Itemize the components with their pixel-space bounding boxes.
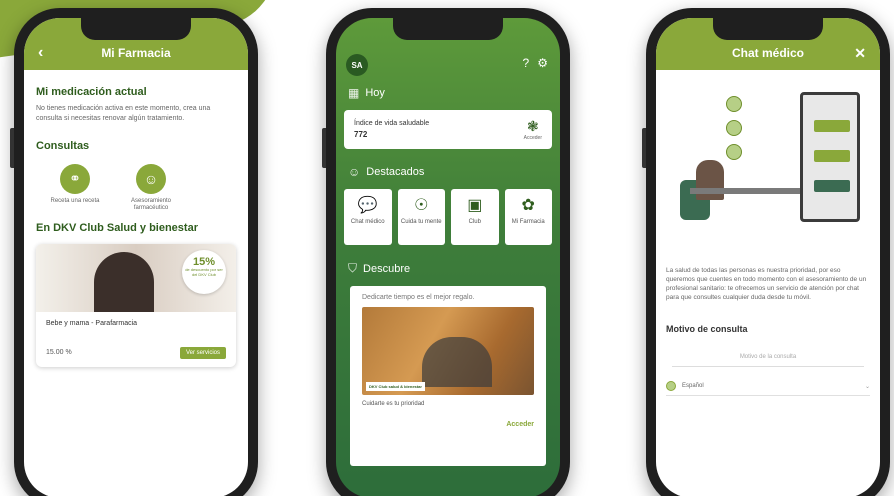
- promo-title: Bebe y mama - Parafarmacia: [46, 319, 138, 327]
- card-icon: ▣: [467, 197, 483, 214]
- tile-label: Chat médico: [350, 219, 385, 225]
- tile-cuida-mente[interactable]: ☉ Cuida tu mente: [397, 189, 445, 245]
- desk-shape: [690, 188, 800, 194]
- mother-baby-image: [94, 251, 154, 312]
- notch: [81, 18, 191, 40]
- tile-chat-medico[interactable]: 💬 Chat médico: [344, 189, 392, 245]
- avatar[interactable]: SA: [346, 54, 368, 76]
- chat-bubble-shape: [814, 150, 850, 162]
- gear-icon[interactable]: ⚙: [537, 56, 548, 70]
- discover-title: Dedicarte tiempo es el mejor regalo.: [362, 294, 475, 301]
- person-icon: ☺: [348, 165, 361, 179]
- section-discover-label: Descubre: [363, 262, 411, 275]
- promo-card[interactable]: 15% de descuento por ser del DKV Club Be…: [36, 243, 236, 367]
- chat-bubble-shape: [814, 120, 850, 132]
- tile-label: Cuida tu mente: [400, 219, 442, 225]
- phone-screen: ‹ Mi Farmacia Mi medicación actual No ti…: [24, 18, 248, 496]
- index-label: Índice de vida saludable: [354, 120, 430, 127]
- promo-price: 15.00 %: [46, 349, 72, 357]
- index-value: 772: [354, 130, 368, 139]
- motivo-input[interactable]: Motivo de la consulta: [672, 348, 864, 368]
- intro-text: La salud de todas las personas es nuestr…: [666, 267, 867, 302]
- notch: [393, 18, 503, 40]
- tile-label: Club: [468, 219, 481, 225]
- section-featured-label: Destacados: [366, 166, 425, 178]
- page-title: Mi Farmacia: [101, 46, 171, 60]
- discount-subtext: de descuento por ser del DKV Club: [185, 266, 223, 277]
- page-title: Chat médico: [731, 46, 804, 60]
- back-icon[interactable]: ‹: [38, 44, 43, 62]
- tile-mi-farmacia[interactable]: ✿ Mi Farmacia: [504, 189, 552, 245]
- phone-chat-medico: Chat médico ✕ La salud de todas las pers…: [642, 8, 890, 496]
- section-discover: ⛉ Descubre: [336, 261, 560, 276]
- phone-home: SA ? ⚙ ▦ Hoy Índice de vida saludable 77…: [322, 8, 570, 496]
- health-index-card[interactable]: Índice de vida saludable 772 ❃ Acceder: [344, 110, 552, 149]
- discover-caption: Cuidarte es tu prioridad: [362, 401, 425, 407]
- index-access-link[interactable]: Acceder: [524, 135, 542, 141]
- promo-image: 15% de descuento por ser del DKV Club: [36, 243, 236, 312]
- ver-servicios-button[interactable]: Ver servicios: [179, 346, 226, 359]
- chat-bubble-shape: [814, 180, 850, 192]
- calendar-icon: ▦: [348, 86, 360, 100]
- globe-icon: [666, 381, 676, 392]
- acceder-button[interactable]: Acceder: [362, 421, 534, 428]
- consult-label: Receta una receta: [50, 197, 100, 204]
- discount-badge: 15% de descuento por ser del DKV Club: [182, 249, 226, 294]
- notch: [713, 18, 823, 40]
- phone-mi-farmacia: ‹ Mi Farmacia Mi medicación actual No ti…: [10, 8, 258, 496]
- doctor-illustration: [656, 70, 880, 266]
- section-today-label: Hoy: [365, 87, 385, 99]
- motivo-heading: Motivo de consulta: [666, 324, 748, 335]
- family-autumn-image: DKV Club salud & bienestar: [362, 307, 534, 395]
- medication-heading: Mi medicación actual: [36, 86, 147, 98]
- medical-icon: [726, 144, 742, 160]
- consult-label: Asesoramiento farmacéutico: [130, 197, 172, 211]
- doctor-figure: [696, 160, 724, 200]
- help-icon[interactable]: ?: [523, 56, 530, 70]
- tile-label: Mi Farmacia: [511, 219, 545, 225]
- discover-card[interactable]: Dedicarte tiempo es el mejor regalo. DKV…: [350, 286, 546, 466]
- language-select[interactable]: Español ⌄: [666, 381, 870, 397]
- chevron-down-icon: ⌄: [864, 383, 870, 390]
- consult-asesoramiento-button[interactable]: ☺ Asesoramiento farmacéutico: [126, 163, 176, 212]
- dkv-club-logo: DKV Club salud & bienestar: [366, 382, 425, 391]
- family-figure: [422, 337, 492, 387]
- section-today: ▦ Hoy: [336, 86, 560, 100]
- flower-icon: ❃: [526, 118, 539, 134]
- phone-screen: SA ? ⚙ ▦ Hoy Índice de vida saludable 77…: [336, 18, 560, 496]
- consultas-heading: Consultas: [36, 139, 90, 152]
- brain-icon: ☉: [414, 197, 429, 214]
- close-icon[interactable]: ✕: [854, 45, 866, 62]
- medical-icon: [726, 120, 742, 136]
- section-featured: ☺ Destacados: [336, 165, 560, 179]
- pills-icon: ⚭: [60, 163, 90, 194]
- flower-icon: ✿: [521, 197, 535, 214]
- medication-text: No tienes medicación activa en este mome…: [36, 105, 211, 122]
- consult-receta-button[interactable]: ⚭ Receta una receta: [50, 163, 100, 212]
- language-value: Español: [682, 383, 704, 390]
- chat-icon: 💬: [357, 197, 378, 214]
- pharmacist-icon: ☺: [136, 163, 166, 194]
- medical-icon: [726, 96, 742, 112]
- tile-club[interactable]: ▣ Club: [451, 189, 499, 245]
- club-heading: En DKV Club Salud y bienestar: [36, 221, 198, 234]
- shield-icon: ⛉: [348, 261, 358, 275]
- phone-screen: Chat médico ✕ La salud de todas las pers…: [656, 18, 880, 496]
